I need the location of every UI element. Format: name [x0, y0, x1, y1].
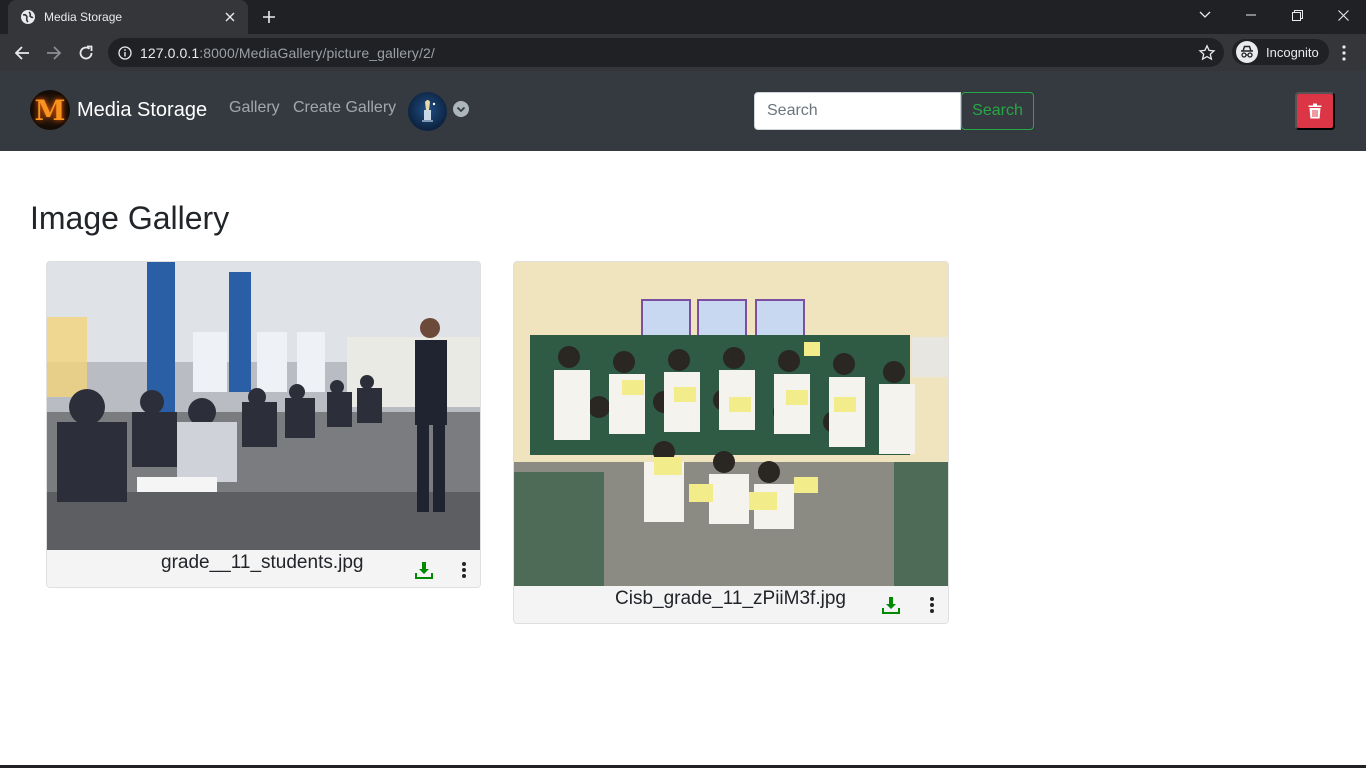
gallery-image[interactable]	[514, 262, 948, 587]
trash-icon	[1308, 103, 1322, 119]
back-arrow-icon	[14, 46, 29, 60]
card-footer: grade__11_students.jpg	[47, 550, 480, 587]
browser-tab-strip: Media Storage	[0, 0, 1366, 34]
address-bar[interactable]: 127.0.0.1:8000/MediaGallery/picture_gall…	[108, 38, 1224, 67]
back-button[interactable]	[8, 39, 36, 67]
image-card: grade__11_students.jpg	[46, 261, 481, 588]
incognito-icon	[1236, 41, 1258, 63]
profile-label: Incognito	[1266, 44, 1319, 60]
reload-button[interactable]	[72, 39, 100, 67]
brand-name: Media Storage	[77, 98, 208, 121]
reload-icon	[79, 45, 93, 60]
star-icon[interactable]	[1198, 44, 1216, 62]
browser-toolbar: 127.0.0.1:8000/MediaGallery/picture_gall…	[0, 34, 1366, 71]
tab-search-button[interactable]	[1182, 0, 1228, 30]
delete-gallery-button[interactable]	[1295, 92, 1335, 130]
gallery-image[interactable]	[47, 262, 480, 551]
incognito-indicator[interactable]: Incognito	[1232, 39, 1329, 65]
browser-menu-button[interactable]	[1334, 42, 1354, 64]
window-close-button[interactable]	[1320, 0, 1366, 30]
tab-title: Media Storage	[44, 10, 123, 24]
url-text: 127.0.0.1:8000/MediaGallery/picture_gall…	[140, 44, 435, 61]
card-footer: Cisb_grade_11_zPiiM3f.jpg	[514, 586, 948, 623]
image-filename: grade__11_students.jpg	[161, 552, 364, 573]
chevron-down-icon[interactable]	[453, 101, 469, 117]
download-icon[interactable]	[415, 561, 433, 579]
search-button[interactable]: Search	[961, 92, 1034, 130]
app-navbar: M Media Storage Gallery Create Gallery S…	[0, 71, 1366, 151]
forward-button[interactable]	[40, 39, 68, 67]
download-icon[interactable]	[882, 596, 900, 614]
close-icon	[1337, 9, 1349, 21]
plus-icon	[263, 11, 275, 23]
more-vert-icon[interactable]	[928, 596, 936, 614]
forward-arrow-icon	[47, 46, 62, 60]
image-filename: Cisb_grade_11_zPiiM3f.jpg	[615, 588, 846, 609]
avatar[interactable]	[408, 92, 447, 131]
image-card: Cisb_grade_11_zPiiM3f.jpg	[513, 261, 949, 624]
restore-button[interactable]	[1274, 0, 1320, 30]
close-icon[interactable]	[222, 9, 238, 25]
minimize-button[interactable]	[1228, 0, 1274, 30]
chevron-down-icon	[1199, 11, 1211, 18]
brand-link[interactable]: M Media Storage	[30, 90, 207, 130]
globe-icon	[20, 9, 36, 25]
brand-logo: M	[30, 90, 70, 130]
page-title: Image Gallery	[30, 200, 230, 236]
nav-link-gallery[interactable]: Gallery	[229, 99, 280, 117]
new-tab-button[interactable]	[258, 7, 280, 27]
nav-link-create-gallery[interactable]: Create Gallery	[293, 99, 396, 117]
browser-tab[interactable]: Media Storage	[8, 0, 248, 34]
more-vert-icon[interactable]	[460, 561, 468, 579]
info-icon	[118, 45, 132, 60]
more-vert-icon	[1342, 45, 1346, 61]
search-input[interactable]	[754, 92, 961, 130]
